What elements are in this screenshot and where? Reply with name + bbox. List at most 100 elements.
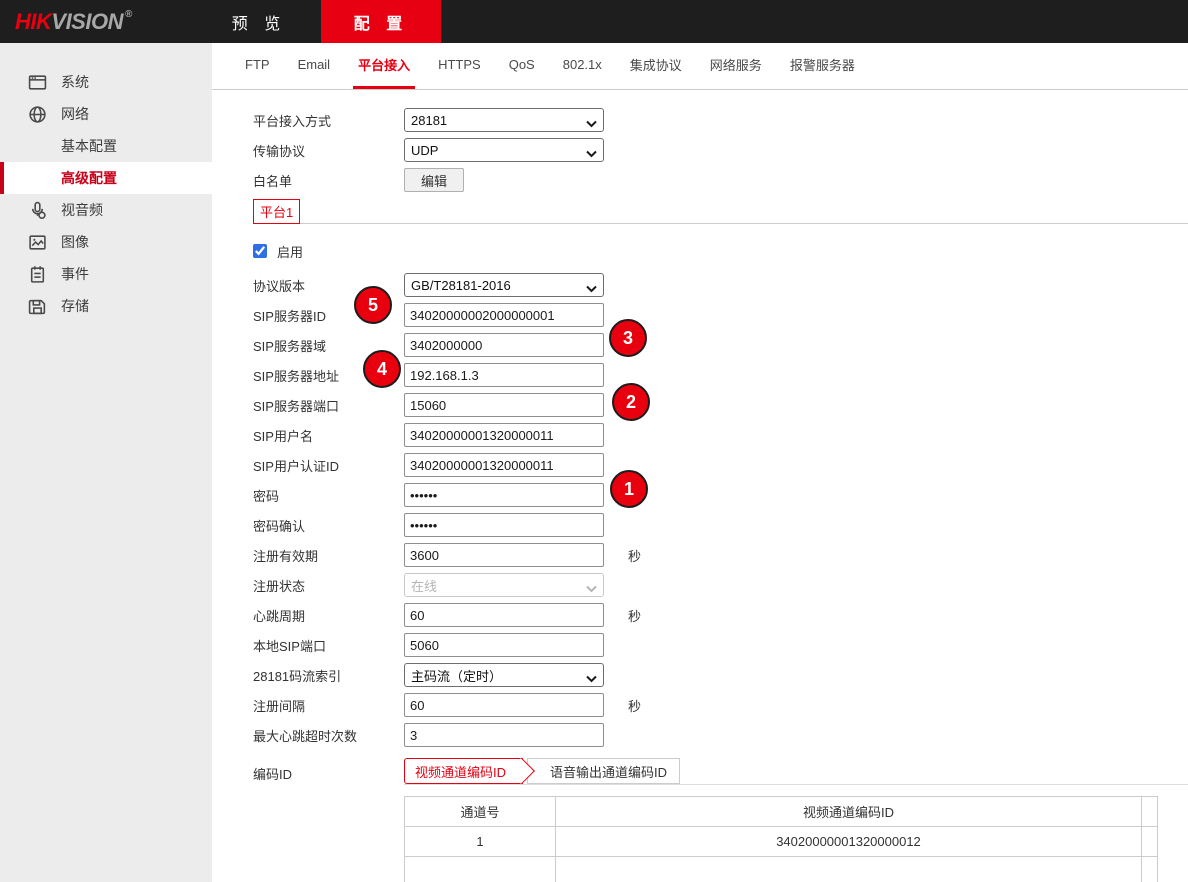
row-transport: 传输协议 UDP bbox=[253, 135, 1188, 165]
column-header-encode-id: 视频通道编码ID bbox=[556, 797, 1142, 827]
settings-tab-bar: FTP Email 平台接入 HTTPS QoS 802.1x 集成协议 网络服… bbox=[212, 43, 1188, 90]
tab-ftp[interactable]: FTP bbox=[240, 43, 275, 89]
nav-tab-preview[interactable]: 预 览 bbox=[199, 0, 319, 43]
sidebar: 系统 网络 基本配置 高级配置 视音频 图像 bbox=[0, 43, 212, 882]
nav-tab-config[interactable]: 配 置 bbox=[321, 0, 441, 43]
row-local-sip-port: 本地SIP端口 bbox=[253, 630, 1188, 660]
annotation-circle-4: 4 bbox=[363, 350, 401, 388]
cell-channel bbox=[405, 857, 556, 882]
tab-qos[interactable]: QoS bbox=[504, 43, 540, 89]
cell-encode-id: 34020000001320000012 bbox=[556, 827, 1142, 857]
register-interval-input[interactable] bbox=[404, 693, 604, 717]
local-sip-port-input[interactable] bbox=[404, 633, 604, 657]
unit-seconds: 秒 bbox=[628, 546, 641, 565]
storage-disk-icon bbox=[28, 297, 47, 316]
field-label: 最大心跳超时次数 bbox=[253, 726, 404, 745]
row-password-confirm: 密码确认 bbox=[253, 510, 1188, 540]
sip-domain-input[interactable] bbox=[404, 333, 604, 357]
field-label: 28181码流索引 bbox=[253, 666, 404, 685]
register-validity-input[interactable] bbox=[404, 543, 604, 567]
platform1-tab[interactable]: 平台1 bbox=[253, 199, 300, 224]
sidebar-item-label: 存储 bbox=[61, 296, 89, 316]
logo-registered-mark: ® bbox=[125, 9, 132, 20]
row-register-validity: 注册有效期 秒 bbox=[253, 540, 1188, 570]
sidebar-item-system[interactable]: 系统 bbox=[0, 66, 212, 98]
whitelist-edit-button[interactable]: 编辑 bbox=[404, 168, 464, 192]
row-sip-server-id: SIP服务器ID bbox=[253, 300, 1188, 330]
password-input[interactable] bbox=[404, 483, 604, 507]
sip-auth-id-input[interactable] bbox=[404, 453, 604, 477]
cell-channel: 1 bbox=[405, 827, 556, 857]
sip-server-port-input[interactable] bbox=[404, 393, 604, 417]
tab-video-channel-encode-id[interactable]: 视频通道编码ID bbox=[404, 758, 523, 784]
sip-server-address-input[interactable] bbox=[404, 363, 604, 387]
transport-select[interactable]: UDP bbox=[404, 138, 604, 162]
field-label: 注册间隔 bbox=[253, 696, 404, 715]
row-access-type: 平台接入方式 28181 bbox=[253, 105, 1188, 135]
row-register-interval: 注册间隔 秒 bbox=[253, 690, 1188, 720]
chevron-down-icon bbox=[586, 281, 597, 296]
sidebar-item-label: 视音频 bbox=[61, 200, 103, 220]
unit-seconds: 秒 bbox=[628, 696, 641, 715]
annotation-circle-1: 1 bbox=[610, 470, 648, 508]
field-label: 本地SIP端口 bbox=[253, 636, 404, 655]
sip-username-input[interactable] bbox=[404, 423, 604, 447]
row-sip-port: SIP服务器端口 bbox=[253, 390, 1188, 420]
sidebar-subitem-label: 基本配置 bbox=[61, 136, 117, 156]
max-heartbeat-timeout-input[interactable] bbox=[404, 723, 604, 747]
system-icon bbox=[28, 73, 47, 92]
row-register-status: 注册状态 在线 bbox=[253, 570, 1188, 600]
chevron-down-icon bbox=[586, 116, 597, 131]
chevron-down-icon bbox=[586, 671, 597, 686]
enable-label: 启用 bbox=[277, 242, 303, 261]
image-icon bbox=[28, 233, 47, 252]
sidebar-item-video-audio[interactable]: 视音频 bbox=[0, 194, 212, 226]
tab-email[interactable]: Email bbox=[293, 43, 336, 89]
hikvision-logo: HIKVISION® bbox=[15, 0, 132, 43]
sidebar-subitem-advanced-config[interactable]: 高级配置 bbox=[0, 162, 212, 194]
field-label: 平台接入方式 bbox=[253, 111, 404, 130]
protocol-version-select[interactable]: GB/T28181-2016 bbox=[404, 273, 604, 297]
sidebar-item-image[interactable]: 图像 bbox=[0, 226, 212, 258]
sidebar-item-storage[interactable]: 存储 bbox=[0, 290, 212, 322]
tab-integration-protocol[interactable]: 集成协议 bbox=[625, 43, 687, 89]
tab-audio-output-channel-encode-id[interactable]: 语音输出通道编码ID bbox=[527, 758, 680, 784]
field-label: SIP用户名 bbox=[253, 426, 404, 445]
sidebar-subitem-label: 高级配置 bbox=[61, 168, 117, 188]
tab-network-service[interactable]: 网络服务 bbox=[705, 43, 767, 89]
table-row-empty bbox=[405, 857, 1158, 882]
enable-checkbox[interactable] bbox=[253, 244, 267, 258]
table-row[interactable]: 1 34020000001320000012 bbox=[405, 827, 1158, 857]
register-status-select: 在线 bbox=[404, 573, 604, 597]
sidebar-subitem-basic-config[interactable]: 基本配置 bbox=[0, 130, 212, 162]
tab-alarm-server[interactable]: 报警服务器 bbox=[785, 43, 860, 89]
access-type-select[interactable]: 28181 bbox=[404, 108, 604, 132]
platform-tab-strip: 平台1 bbox=[253, 199, 1188, 224]
heartbeat-interval-input[interactable] bbox=[404, 603, 604, 627]
field-label: 心跳周期 bbox=[253, 606, 404, 625]
field-label: 注册状态 bbox=[253, 576, 404, 595]
row-enable: 启用 bbox=[253, 238, 1188, 264]
sip-server-id-input[interactable] bbox=[404, 303, 604, 327]
field-label: 传输协议 bbox=[253, 141, 404, 160]
stream-index-select[interactable]: 主码流（定时） bbox=[404, 663, 604, 687]
tab-https[interactable]: HTTPS bbox=[433, 43, 486, 89]
channel-encode-table: 通道号 视频通道编码ID 1 34020000001320000012 bbox=[404, 796, 1158, 882]
sidebar-item-label: 网络 bbox=[61, 104, 89, 124]
password-confirm-input[interactable] bbox=[404, 513, 604, 537]
annotation-circle-2: 2 bbox=[612, 383, 650, 421]
logo-hik: HIK bbox=[15, 9, 51, 35]
tab-platform-access[interactable]: 平台接入 bbox=[353, 43, 415, 89]
form-area: 平台接入方式 28181 传输协议 UDP 白名单 编辑 平台1 bbox=[212, 105, 1188, 882]
row-whitelist: 白名单 编辑 bbox=[253, 165, 1188, 195]
sidebar-item-network[interactable]: 网络 bbox=[0, 98, 212, 130]
tab-8021x[interactable]: 802.1x bbox=[558, 43, 607, 89]
field-label: 密码确认 bbox=[253, 516, 404, 535]
field-label: 注册有效期 bbox=[253, 546, 404, 565]
cell-spacer bbox=[1142, 827, 1158, 857]
row-protocol-version: 协议版本 GB/T28181-2016 bbox=[253, 270, 1188, 300]
event-notepad-icon bbox=[28, 265, 47, 284]
sidebar-item-event[interactable]: 事件 bbox=[0, 258, 212, 290]
field-label: 密码 bbox=[253, 486, 404, 505]
annotation-circle-5: 5 bbox=[354, 286, 392, 324]
